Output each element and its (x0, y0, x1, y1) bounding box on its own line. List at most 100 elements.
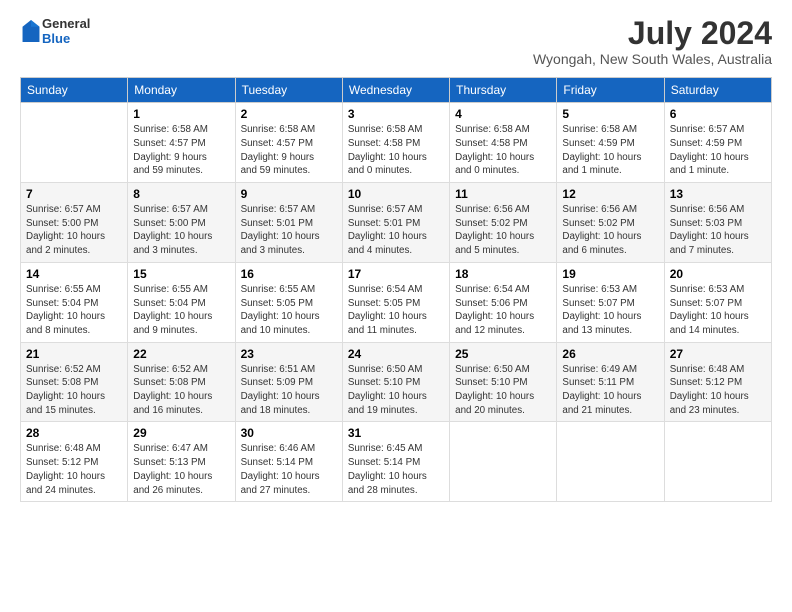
day-number: 8 (133, 187, 229, 201)
day-info: Sunrise: 6:51 AMSunset: 5:09 PMDaylight:… (241, 363, 337, 418)
day-info: Sunrise: 6:57 AMSunset: 5:01 PMDaylight:… (241, 203, 337, 258)
month-year: July 2024 (533, 16, 772, 51)
calendar-cell (450, 422, 557, 502)
calendar-cell (664, 422, 771, 502)
day-info: Sunrise: 6:52 AMSunset: 5:08 PMDaylight:… (26, 363, 122, 418)
day-number: 9 (241, 187, 337, 201)
calendar-cell: 1 Sunrise: 6:58 AMSunset: 4:57 PMDaylight… (128, 103, 235, 183)
day-number: 20 (670, 267, 766, 281)
day-number: 27 (670, 347, 766, 361)
calendar-cell: 11Sunrise: 6:56 AMSunset: 5:02 PMDayligh… (450, 183, 557, 263)
day-number: 28 (26, 426, 122, 440)
day-info: Sunrise: 6:53 AMSunset: 5:07 PMDaylight:… (562, 283, 658, 338)
day-number: 16 (241, 267, 337, 281)
day-info: Sunrise: 6:57 AMSunset: 5:00 PMDaylight:… (26, 203, 122, 258)
day-info: Sunrise: 6:50 AMSunset: 5:10 PMDaylight:… (455, 363, 551, 418)
calendar-cell: 23Sunrise: 6:51 AMSunset: 5:09 PMDayligh… (235, 342, 342, 422)
day-number: 11 (455, 187, 551, 201)
day-number: 25 (455, 347, 551, 361)
day-number: 10 (348, 187, 444, 201)
day-info: Sunrise: 6:58 AMSunset: 4:57 PMDaylight:… (133, 123, 229, 178)
day-info: Sunrise: 6:58 AMSunset: 4:58 PMDaylight:… (455, 123, 551, 178)
calendar-cell: 17 Sunrise: 6:54 AMSunset: 5:05 PMDayligh… (342, 262, 449, 342)
day-info: Sunrise: 6:55 AMSunset: 5:05 PMDaylight:… (241, 283, 337, 338)
day-number: 12 (562, 187, 658, 201)
day-number: 30 (241, 426, 337, 440)
calendar-cell: 21 Sunrise: 6:52 AMSunset: 5:08 PMDayligh… (21, 342, 128, 422)
calendar-cell: 9 Sunrise: 6:57 AMSunset: 5:01 PMDaylight… (235, 183, 342, 263)
day-number: 29 (133, 426, 229, 440)
day-info: Sunrise: 6:52 AMSunset: 5:08 PMDaylight:… (133, 363, 229, 418)
day-info: Sunrise: 6:58 AMSunset: 4:59 PMDaylight:… (562, 123, 658, 178)
day-number: 1 (133, 107, 229, 121)
calendar-cell: 13 Sunrise: 6:56 AMSunset: 5:03 PMDayligh… (664, 183, 771, 263)
day-number: 3 (348, 107, 444, 121)
day-info: Sunrise: 6:58 AMSunset: 4:57 PMDaylight:… (241, 123, 337, 178)
day-info: Sunrise: 6:57 AMSunset: 5:01 PMDaylight:… (348, 203, 444, 258)
calendar-cell: 5 Sunrise: 6:58 AMSunset: 4:59 PMDaylight… (557, 103, 664, 183)
location: Wyongah, New South Wales, Australia (533, 51, 772, 67)
calendar-cell: 24Sunrise: 6:50 AMSunset: 5:10 PMDayligh… (342, 342, 449, 422)
calendar-cell: 25 Sunrise: 6:50 AMSunset: 5:10 PMDayligh… (450, 342, 557, 422)
logo: General Blue (20, 16, 90, 46)
day-info: Sunrise: 6:53 AMSunset: 5:07 PMDaylight:… (670, 283, 766, 338)
calendar-cell (557, 422, 664, 502)
day-info: Sunrise: 6:54 AMSunset: 5:06 PMDaylight:… (455, 283, 551, 338)
day-number: 15 (133, 267, 229, 281)
header: General Blue July 2024 Wyongah, New Sout… (20, 16, 772, 67)
weekday-thursday: Thursday (450, 78, 557, 103)
weekday-wednesday: Wednesday (342, 78, 449, 103)
calendar-cell: 6 Sunrise: 6:57 AMSunset: 4:59 PMDaylight… (664, 103, 771, 183)
calendar-cell: 4 Sunrise: 6:58 AMSunset: 4:58 PMDaylight… (450, 103, 557, 183)
day-number: 18 (455, 267, 551, 281)
title-section: July 2024 Wyongah, New South Wales, Aust… (533, 16, 772, 67)
day-number: 21 (26, 347, 122, 361)
day-info: Sunrise: 6:56 AMSunset: 5:02 PMDaylight:… (562, 203, 658, 258)
weekday-header-row: Sunday Monday Tuesday Wednesday Thursday… (21, 78, 772, 103)
day-number: 22 (133, 347, 229, 361)
calendar-cell: 31 Sunrise: 6:45 AMSunset: 5:14 PMDayligh… (342, 422, 449, 502)
day-info: Sunrise: 6:57 AMSunset: 5:00 PMDaylight:… (133, 203, 229, 258)
day-number: 26 (562, 347, 658, 361)
day-number: 13 (670, 187, 766, 201)
calendar-cell: 26 Sunrise: 6:49 AMSunset: 5:11 PMDayligh… (557, 342, 664, 422)
day-info: Sunrise: 6:48 AMSunset: 5:12 PMDaylight:… (670, 363, 766, 418)
calendar-cell: 16 Sunrise: 6:55 AMSunset: 5:05 PMDayligh… (235, 262, 342, 342)
weekday-monday: Monday (128, 78, 235, 103)
calendar-cell: 30Sunrise: 6:46 AMSunset: 5:14 PMDayligh… (235, 422, 342, 502)
day-number: 4 (455, 107, 551, 121)
day-info: Sunrise: 6:49 AMSunset: 5:11 PMDaylight:… (562, 363, 658, 418)
weekday-saturday: Saturday (664, 78, 771, 103)
calendar-cell: 3 Sunrise: 6:58 AMSunset: 4:58 PMDaylight… (342, 103, 449, 183)
calendar-cell: 28 Sunrise: 6:48 AMSunset: 5:12 PMDayligh… (21, 422, 128, 502)
calendar-cell: 20 Sunrise: 6:53 AMSunset: 5:07 PMDayligh… (664, 262, 771, 342)
calendar-cell: 10 Sunrise: 6:57 AMSunset: 5:01 PMDayligh… (342, 183, 449, 263)
calendar-cell: 12 Sunrise: 6:56 AMSunset: 5:02 PMDayligh… (557, 183, 664, 263)
day-info: Sunrise: 6:58 AMSunset: 4:58 PMDaylight:… (348, 123, 444, 178)
day-info: Sunrise: 6:54 AMSunset: 5:05 PMDaylight:… (348, 283, 444, 338)
calendar-cell: 8 Sunrise: 6:57 AMSunset: 5:00 PMDaylight… (128, 183, 235, 263)
calendar-table: Sunday Monday Tuesday Wednesday Thursday… (20, 77, 772, 502)
day-info: Sunrise: 6:47 AMSunset: 5:13 PMDaylight:… (133, 442, 229, 497)
calendar-cell: 2Sunrise: 6:58 AMSunset: 4:57 PMDaylight… (235, 103, 342, 183)
calendar-cell: 18 Sunrise: 6:54 AMSunset: 5:06 PMDayligh… (450, 262, 557, 342)
day-info: Sunrise: 6:48 AMSunset: 5:12 PMDaylight:… (26, 442, 122, 497)
calendar-cell: 29 Sunrise: 6:47 AMSunset: 5:13 PMDayligh… (128, 422, 235, 502)
day-info: Sunrise: 6:45 AMSunset: 5:14 PMDaylight:… (348, 442, 444, 497)
logo-blue-text: Blue (42, 31, 90, 46)
day-info: Sunrise: 6:56 AMSunset: 5:03 PMDaylight:… (670, 203, 766, 258)
day-number: 17 (348, 267, 444, 281)
logo-icon (22, 20, 40, 42)
day-info: Sunrise: 6:57 AMSunset: 4:59 PMDaylight:… (670, 123, 766, 178)
page: General Blue July 2024 Wyongah, New Sout… (0, 0, 792, 512)
logo-general-text: General (42, 16, 90, 31)
calendar-cell: 22 Sunrise: 6:52 AMSunset: 5:08 PMDayligh… (128, 342, 235, 422)
weekday-sunday: Sunday (21, 78, 128, 103)
calendar-cell (21, 103, 128, 183)
day-info: Sunrise: 6:55 AMSunset: 5:04 PMDaylight:… (26, 283, 122, 338)
calendar-cell: 27 Sunrise: 6:48 AMSunset: 5:12 PMDayligh… (664, 342, 771, 422)
day-number: 7 (26, 187, 122, 201)
day-number: 31 (348, 426, 444, 440)
day-number: 5 (562, 107, 658, 121)
day-number: 6 (670, 107, 766, 121)
